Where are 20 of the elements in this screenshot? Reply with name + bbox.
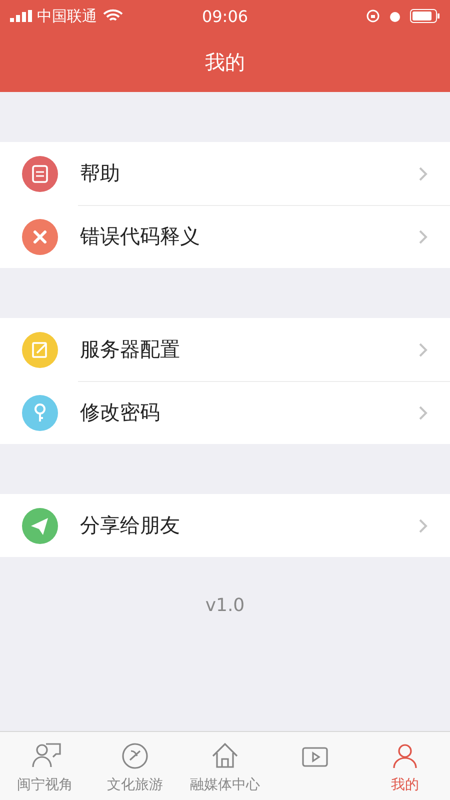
chevron-icon bbox=[418, 228, 428, 244]
page-title: 我的 bbox=[205, 48, 245, 76]
tab-icon bbox=[119, 740, 151, 772]
menu-item[interactable]: 错误代码释义 bbox=[0, 205, 450, 268]
tab-item[interactable]: 我的 bbox=[360, 732, 450, 800]
rotation-lock-icon bbox=[366, 9, 380, 23]
version-text: v1.0 bbox=[205, 595, 245, 616]
carrier-name: 中国联通 bbox=[37, 6, 97, 26]
wifi-icon bbox=[103, 9, 123, 23]
chevron-icon bbox=[418, 404, 428, 420]
battery-icon bbox=[410, 9, 440, 23]
menu-item[interactable]: 修改密码 bbox=[0, 381, 450, 444]
chevron-icon bbox=[418, 342, 428, 358]
menu-item[interactable]: 分享给朋友 bbox=[0, 494, 450, 557]
status-time: 09:06 bbox=[202, 6, 248, 26]
signal-icon bbox=[10, 10, 32, 22]
menu-item[interactable]: 服务器配置 bbox=[0, 318, 450, 381]
menu-item[interactable]: 帮助 bbox=[0, 142, 450, 205]
chevron-icon bbox=[418, 166, 428, 182]
chevron-icon bbox=[418, 518, 428, 534]
